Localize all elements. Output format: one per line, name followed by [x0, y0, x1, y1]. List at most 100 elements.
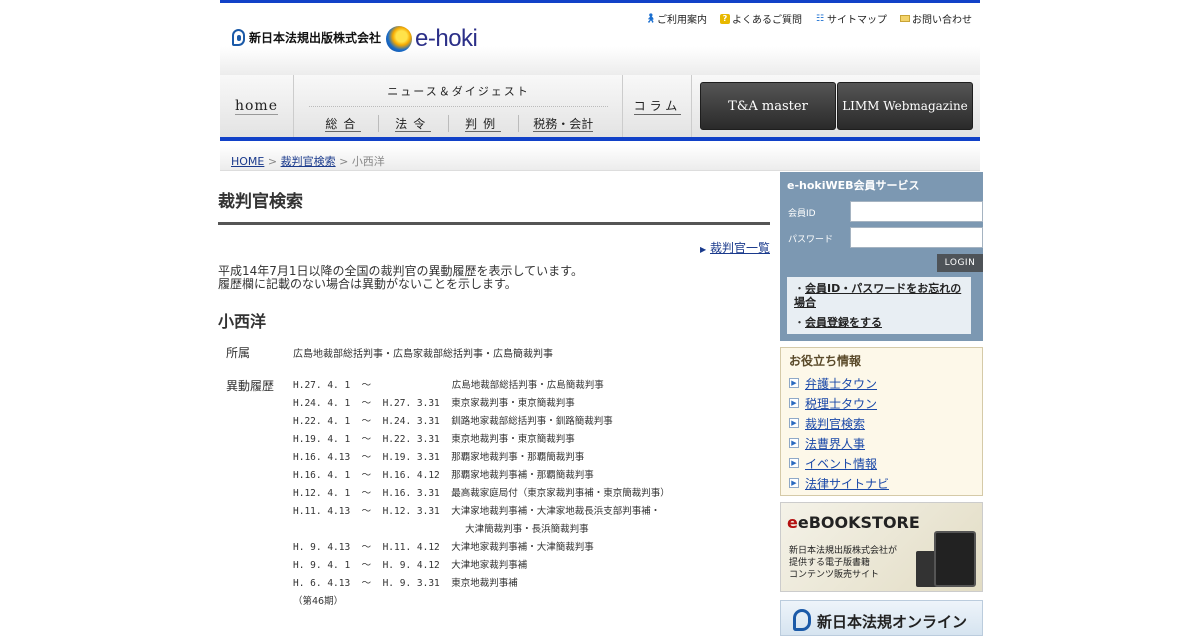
useful-info-link[interactable]: 法律サイトナビ	[805, 475, 889, 492]
useful-info-link[interactable]: 税理士タウン	[805, 395, 877, 412]
affiliation-row: 所属 広島地裁部総括判事・広島家裁部総括判事・広島簡裁判事	[218, 344, 770, 361]
useful-info-item[interactable]: ▶ 法曹界人事	[789, 433, 976, 453]
nav-sub-label: 税務・会計	[533, 117, 594, 132]
person-icon: 🚶︎	[645, 13, 657, 24]
useful-info-item[interactable]: ▶ 弁護士タウン	[789, 373, 976, 393]
util-link-label: ご利用案内	[657, 15, 707, 26]
ebook-line: コンテンツ販売サイト	[789, 570, 880, 580]
history-entry: H. 9. 4. 1 ～ H. 9. 4.12 大津地家裁判事補	[293, 557, 670, 575]
history-row: 異動履歴 H.27. 4. 1 ～ 広島地裁部総括判事・広島簡裁判事 H.24. …	[218, 377, 770, 611]
useful-info-item[interactable]: ▶ 裁判官検索	[789, 413, 976, 433]
sidebar: e-hokiWEB会員サービス 会員ID パスワード LOGIN ・会員ID・パ…	[780, 172, 983, 636]
history-period: H.16. 4.13 ～ H.19. 3.31	[293, 452, 452, 463]
util-link-sitemap[interactable]: ☷ サイトマップ	[815, 11, 887, 27]
online-banner-label: 新日本法規オンライン	[817, 613, 968, 631]
member-login-panel: e-hokiWEB会員サービス 会員ID パスワード LOGIN ・会員ID・パ…	[780, 172, 983, 341]
breadcrumb-home[interactable]: HOME	[231, 155, 264, 168]
shinnippon-online-banner[interactable]: 新日本法規オンライン	[780, 600, 983, 636]
history-position: 大津家地裁判事補・大津家地裁長浜支部判事補・	[451, 506, 661, 517]
nav-column[interactable]: コラム	[624, 75, 692, 137]
history-entry: H. 6. 4.13 ～ H. 9. 3.31 東京地裁判事補	[293, 575, 670, 593]
history-period: H.27. 4. 1 ～	[293, 380, 440, 391]
breadcrumb: HOME > 裁判官検索 > 小西洋	[220, 145, 980, 171]
util-link-faq[interactable]: ? よくあるご質問	[720, 11, 802, 26]
useful-info-link[interactable]: 弁護士タウン	[805, 375, 877, 392]
affiliation-value: 広島地裁部総括判事・広島家裁部総括判事・広島簡裁判事	[293, 349, 553, 360]
utility-links: 🚶︎ ご利用案内 ? よくあるご質問 ☷ サイトマップ お問い合わせ	[645, 11, 972, 26]
password-input[interactable]	[850, 227, 983, 248]
history-period: H. 9. 4. 1 ～ H. 9. 4.12	[293, 560, 452, 571]
triangle-right-icon: ▶	[700, 245, 707, 254]
useful-info-title: お役立ち情報	[789, 354, 862, 368]
history-period	[293, 524, 453, 535]
useful-info-link[interactable]: 裁判官検索	[805, 415, 865, 432]
description: 平成14年7月1日以降の全国の裁判官の異動履歴を表示しています。 履歴欄に記載の…	[218, 265, 770, 291]
affiliation-label: 所属	[226, 346, 251, 360]
arrow-right-icon: ▶	[789, 418, 799, 428]
history-entry: H.27. 4. 1 ～ 広島地裁部総括判事・広島簡裁判事	[293, 377, 670, 395]
useful-info-box: お役立ち情報 ▶ 弁護士タウン ▶ 税理士タウン ▶ 裁判官検索 ▶ 法曹界人事 ▶ イベント情報…	[780, 347, 983, 496]
register-link[interactable]: 会員登録をする	[805, 316, 882, 329]
corp-logo[interactable]: 新日本法規出版株式会社	[232, 29, 381, 46]
forgot-password-link[interactable]: 会員ID・パスワードをお忘れの場合	[794, 282, 961, 309]
history-position: 那覇家地裁判事・那覇簡裁判事	[451, 452, 585, 463]
history-list: H.27. 4. 1 ～ 広島地裁部総括判事・広島簡裁判事 H.24. 4. 1 …	[293, 377, 670, 611]
nav-news-laws[interactable]: 法令	[379, 115, 449, 132]
nav-news-tax[interactable]: 税務・会計	[519, 115, 608, 132]
judge-list-link-row: ▶ 裁判官一覧	[218, 239, 770, 256]
util-link-guide[interactable]: 🚶︎ ご利用案内	[645, 11, 707, 27]
judge-name: 小西洋	[218, 312, 267, 331]
breadcrumb-sep: >	[339, 155, 349, 168]
history-position: 東京地裁判事補	[451, 578, 518, 589]
member-id-input[interactable]	[850, 201, 983, 222]
useful-info-link[interactable]: 法曹界人事	[805, 435, 865, 452]
login-button[interactable]: LOGIN	[937, 254, 983, 272]
password-label: パスワード	[788, 235, 834, 245]
util-link-contact[interactable]: お問い合わせ	[900, 11, 972, 26]
nav-sub-label: 法令	[395, 117, 432, 132]
member-panel-title: e-hokiWEB会員サービス	[787, 179, 920, 192]
arrow-right-icon: ▶	[789, 458, 799, 468]
history-position: 大津地家裁判事補	[451, 560, 528, 571]
breadcrumb-judge-search[interactable]: 裁判官検索	[281, 155, 336, 168]
nav-news-heading[interactable]: ニュース＆ダイジェスト	[295, 83, 622, 99]
useful-info-item[interactable]: ▶ イベント情報	[789, 453, 976, 473]
nav-home[interactable]: home	[220, 75, 294, 137]
member-id-label: 会員ID	[788, 209, 816, 219]
page-title: 裁判官検索	[218, 172, 770, 225]
ehoki-logo-text: e-hoki	[415, 25, 478, 52]
register-row: ・会員登録をする	[794, 316, 882, 329]
history-entry: H. 9. 4.13 ～ H.11. 4.12 大津地家裁判事補・大津簡裁判事	[293, 539, 670, 557]
ehoki-orb-icon	[386, 26, 412, 52]
useful-info-link[interactable]: イベント情報	[805, 455, 877, 472]
arrow-right-icon: ▶	[789, 398, 799, 408]
history-period: H. 9. 4.13 ～ H.11. 4.12	[293, 542, 452, 553]
nav-sub-label: 判例	[465, 117, 502, 132]
history-position: 大津地家裁判事補・大津簡裁判事	[451, 542, 594, 553]
util-link-label: サイトマップ	[827, 15, 887, 26]
history-entry: H.22. 4. 1 ～ H.24. 3.31 釧路地家裁部総括判事・釧路簡裁判…	[293, 413, 670, 431]
ebookstore-banner[interactable]: eeBOOKSTORE 新日本法規出版株式会社が 提供する電子版書籍 コンテンツ…	[780, 502, 983, 592]
history-period: H.12. 4. 1 ～ H.16. 3.31	[293, 488, 452, 499]
history-label: 異動履歴	[226, 379, 275, 393]
ehoki-logo[interactable]: e-hoki	[386, 25, 478, 53]
util-link-label: よくあるご質問	[732, 15, 802, 26]
history-entry: H.24. 4. 1 ～ H.27. 3.31 東京家裁判事・東京簡裁判事	[293, 395, 670, 413]
nav-column-label: コラム	[633, 99, 682, 115]
history-period: H.11. 4.13 ～ H.12. 3.31	[293, 506, 452, 517]
history-position: 那覇家地裁判事補・那覇簡裁判事	[451, 470, 594, 481]
judge-list-link[interactable]: 裁判官一覧	[710, 241, 770, 255]
ebookstore-brand-text: eBOOKSTORE	[797, 513, 920, 532]
nav-news-general[interactable]: 総合	[309, 115, 379, 132]
history-period: H. 6. 4.13 ～ H. 9. 3.31	[293, 578, 452, 589]
arrow-right-icon: ▶	[789, 478, 799, 488]
useful-info-item[interactable]: ▶ 税理士タウン	[789, 393, 976, 413]
nav-news-cases[interactable]: 判例	[449, 115, 519, 132]
term-note: （第46期）	[293, 596, 344, 607]
useful-info-item[interactable]: ▶ 法律サイトナビ	[789, 473, 976, 493]
history-position: 東京家裁判事・東京簡裁判事	[451, 398, 575, 409]
history-entry: H.19. 4. 1 ～ H.22. 3.31 東京地裁判事・東京簡裁判事	[293, 431, 670, 449]
limm-webmagazine-button[interactable]: LIMM Webmagazine	[837, 82, 973, 130]
ta-master-button[interactable]: T&A master	[700, 82, 836, 130]
question-icon: ?	[720, 13, 730, 24]
